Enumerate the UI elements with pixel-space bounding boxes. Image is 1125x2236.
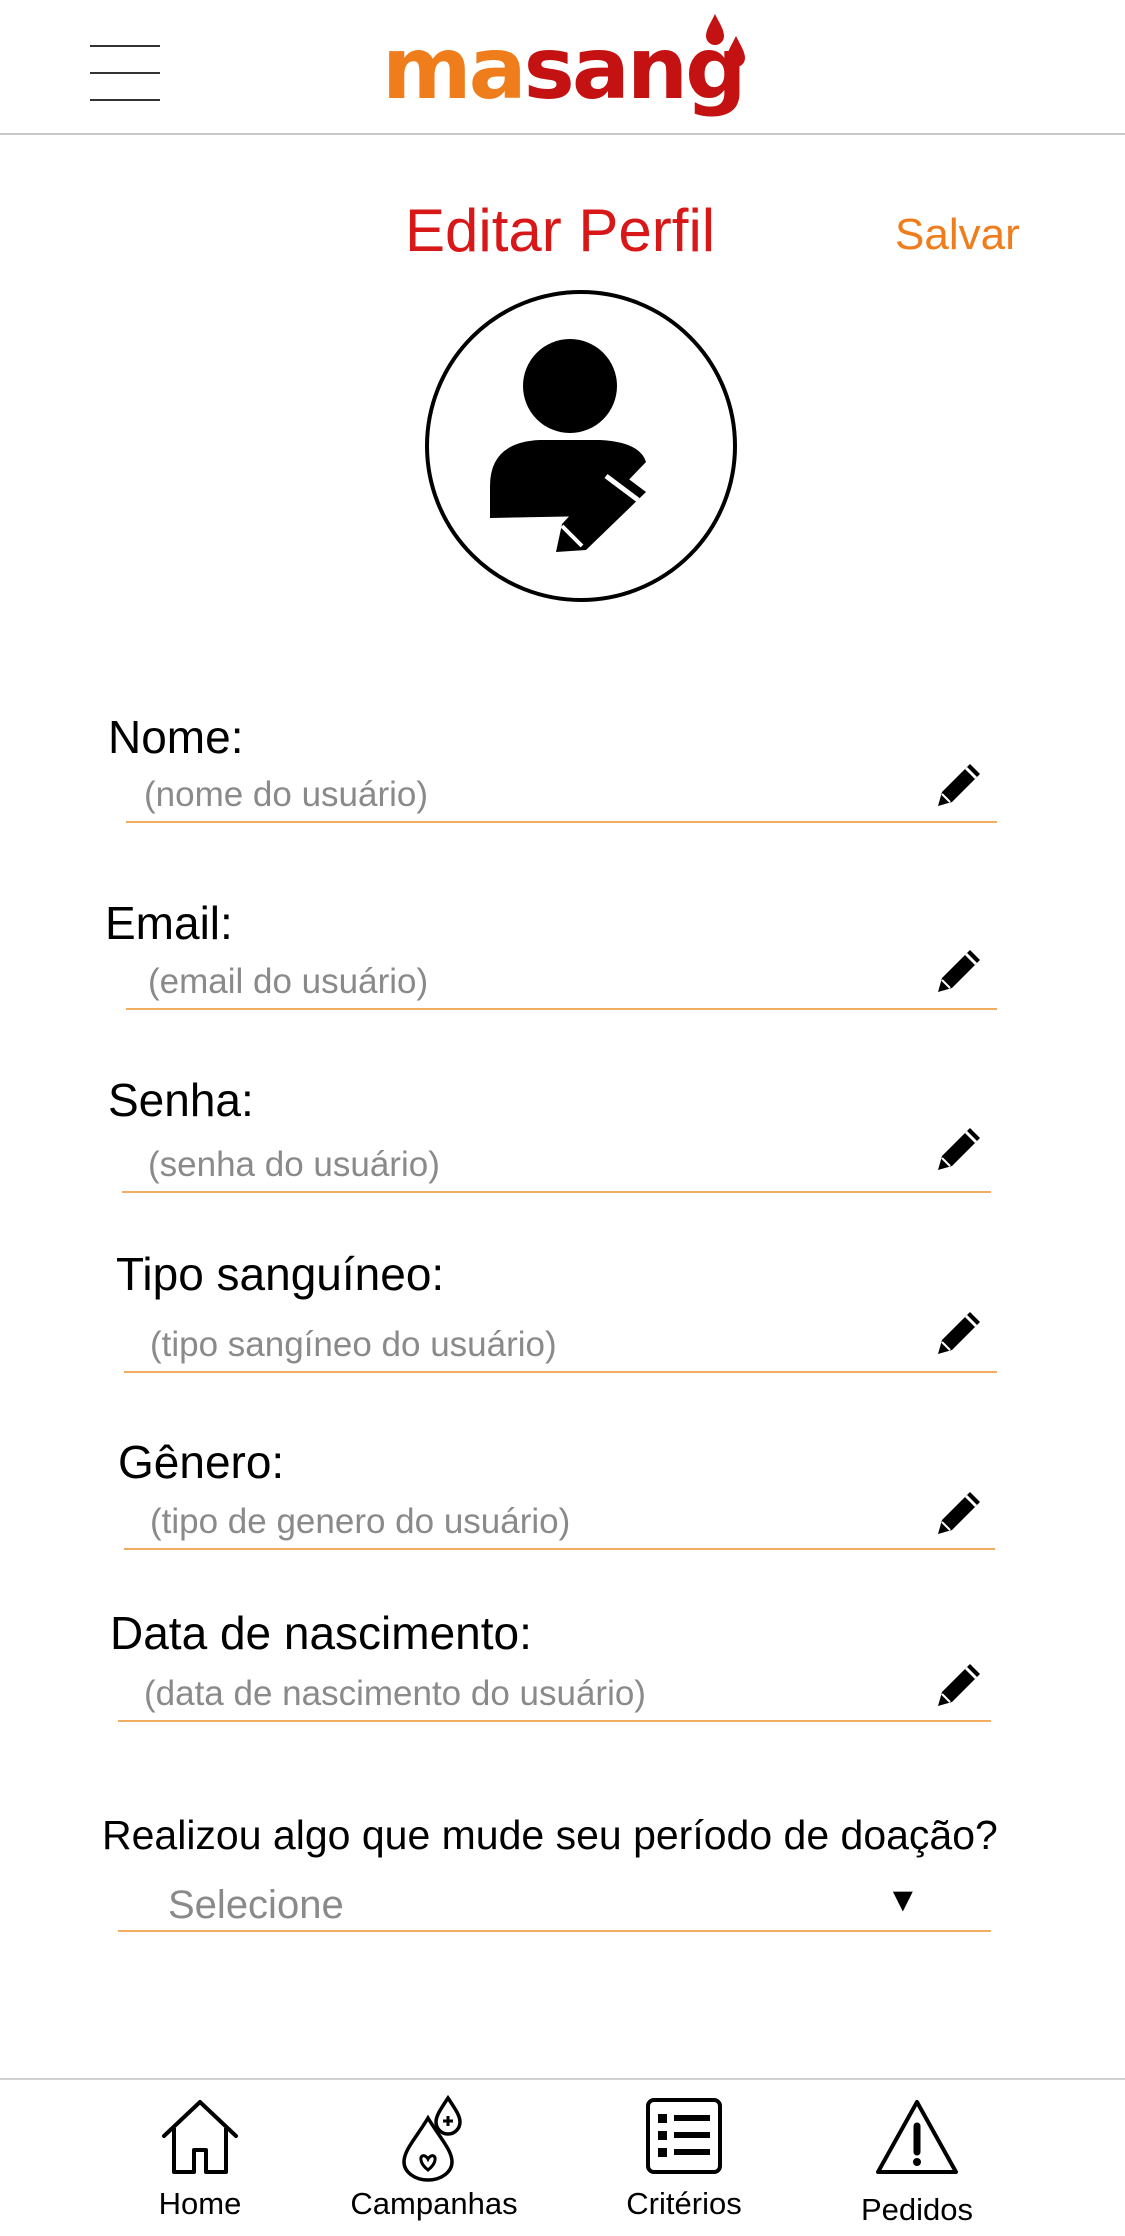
masang-logo: masang [382,10,752,130]
email-placeholder: (email do usuário) [148,962,429,1001]
edit-blood-type-pencil-icon[interactable] [932,1304,988,1360]
edit-birthdate-pencil-icon[interactable] [932,1656,988,1712]
warning-icon [876,2100,958,2174]
blood-drop-icon [402,2094,462,2182]
nav-home[interactable]: Home [100,2080,300,2236]
name-field[interactable]: (nome do usuário) [126,763,997,823]
logo-text: masang [382,19,747,119]
gender-placeholder: (tipo de genero do usuário) [150,1502,571,1541]
birthdate-field[interactable]: (data de nascimento do usuário) [118,1662,991,1722]
home-icon [162,2100,238,2174]
birthdate-label: Data de nascimento: [110,1607,532,1659]
nav-requests-label: Pedidos [860,2192,974,2227]
edit-name-pencil-icon[interactable] [932,756,988,812]
select-value: Selecione [168,1883,344,1927]
gender-field[interactable]: (tipo de genero do usuário) [124,1490,995,1550]
edit-gender-pencil-icon[interactable] [932,1484,988,1540]
email-field[interactable]: (email do usuário) [126,950,997,1010]
edit-password-pencil-icon[interactable] [932,1120,988,1176]
edit-email-pencil-icon[interactable] [932,942,988,998]
edit-avatar-icon[interactable] [424,290,740,602]
save-button[interactable]: Salvar [895,210,1020,260]
donation-period-select[interactable]: Selecione ▼ [118,1870,991,1932]
app-header: masang [0,0,1125,135]
name-placeholder: (nome do usuário) [144,775,429,814]
donation-period-question: Realizou algo que mude seu período de do… [102,1812,998,1858]
list-icon [646,2098,722,2174]
nav-home-label: Home [158,2186,242,2221]
password-field[interactable]: (senha do usuário) [122,1133,991,1193]
gender-label: Gênero: [118,1436,285,1488]
page-title: Editar Perfil [405,197,716,264]
blood-type-field[interactable]: (tipo sangíneo do usuário) [124,1313,997,1373]
email-label: Email: [105,897,233,949]
menu-icon[interactable] [90,45,160,103]
bottom-nav: Home Campanhas Critérios Pedidos [0,2078,1125,2236]
nav-criteria-label: Critérios [626,2186,742,2221]
password-label: Senha: [108,1074,254,1126]
blood-type-label: Tipo sanguíneo: [116,1248,445,1300]
dropdown-arrow-icon: ▼ [886,1881,920,1919]
name-label: Nome: [108,711,244,763]
birthdate-placeholder: (data de nascimento do usuário) [144,1674,646,1713]
nav-requests[interactable]: Pedidos [817,2080,1017,2236]
nav-campaigns[interactable]: Campanhas [334,2080,534,2236]
password-placeholder: (senha do usuário) [148,1145,440,1184]
blood-drops-icon [706,14,745,67]
nav-criteria[interactable]: Critérios [584,2080,784,2236]
nav-campaigns-label: Campanhas [350,2186,518,2221]
blood-type-placeholder: (tipo sangíneo do usuário) [150,1325,557,1364]
